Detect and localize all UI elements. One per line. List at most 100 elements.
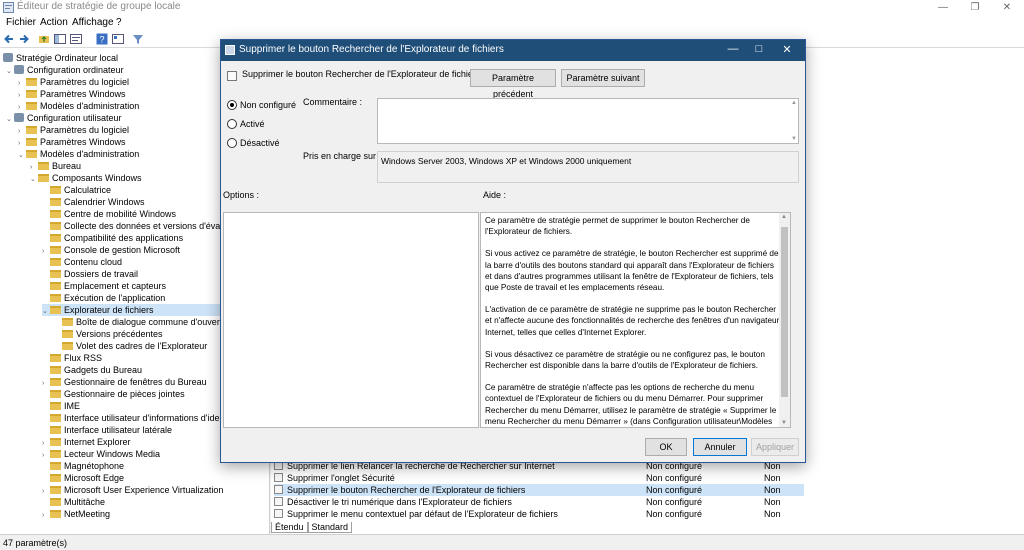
list-item-selected[interactable]: Supprimer le bouton Rechercher de l'Expl… <box>274 484 804 496</box>
tree-item[interactable]: Exécution de l'application <box>42 292 165 304</box>
tree-item[interactable]: ⌄ Composants Windows <box>30 172 142 184</box>
tree-item[interactable]: › NetMeeting <box>42 508 110 520</box>
collapse-icon[interactable]: ⌄ <box>42 306 50 318</box>
scroll-up-icon[interactable]: ▲ <box>791 100 797 106</box>
tree-item-user-config[interactable]: ⌄ Configuration utilisateur <box>6 112 122 124</box>
tree-item[interactable]: › Internet Explorer <box>42 436 131 448</box>
tree-item[interactable]: › Paramètres du logiciel <box>18 76 129 88</box>
dialog-minimize-button[interactable]: — <box>721 43 745 55</box>
tree-item[interactable]: › Paramètres du logiciel <box>18 124 129 136</box>
collapse-icon[interactable]: ⌄ <box>6 66 14 78</box>
setting-icon <box>274 485 283 494</box>
tree-item[interactable]: › Paramètres Windows <box>18 88 126 100</box>
tree-item-computer-config[interactable]: ⌄ Configuration ordinateur <box>6 64 124 76</box>
forward-arrow-icon[interactable] <box>18 33 30 45</box>
folder-icon <box>50 282 61 290</box>
tree-item[interactable]: Versions précédentes <box>54 328 163 340</box>
radio-checked-icon <box>227 100 237 110</box>
properties-icon[interactable] <box>70 33 82 45</box>
view-icon[interactable] <box>112 33 124 45</box>
tree-item[interactable]: Interface utilisateur latérale <box>42 424 172 436</box>
collapse-icon[interactable]: ⌄ <box>18 150 26 162</box>
folder-icon <box>26 138 37 146</box>
tree-item[interactable]: Compatibilité des applications <box>42 232 183 244</box>
previous-setting-button[interactable]: Paramètre précédent <box>470 69 556 99</box>
setting-icon <box>274 473 283 482</box>
tree-item[interactable]: › Modèles d'administration <box>18 100 139 112</box>
tab-extended[interactable]: Étendu <box>271 522 308 533</box>
tree-item-local-policy[interactable]: Stratégie Ordinateur local <box>3 52 118 64</box>
tree-item[interactable]: ⌄ Modèles d'administration <box>18 148 139 160</box>
up-folder-icon[interactable] <box>38 33 50 45</box>
scroll-down-icon[interactable]: ▼ <box>781 420 787 426</box>
filter-icon[interactable] <box>132 33 144 45</box>
tree-item[interactable]: Gadgets du Bureau <box>42 364 142 376</box>
back-arrow-icon[interactable] <box>3 33 15 45</box>
minimize-button[interactable]: — <box>928 0 958 15</box>
expand-icon[interactable]: › <box>42 510 50 522</box>
options-panel <box>223 212 479 428</box>
tree-item[interactable]: Dossiers de travail <box>42 268 138 280</box>
tree-item[interactable]: › Paramètres Windows <box>18 136 126 148</box>
scroll-up-icon[interactable]: ▲ <box>781 214 787 220</box>
help-scrollbar[interactable]: ▲ ▼ <box>779 213 790 427</box>
comment-textarea[interactable]: ▲ ▼ <box>377 98 799 144</box>
radio-disabled[interactable]: Désactivé <box>227 138 280 148</box>
tree-item[interactable]: Magnétophone <box>42 460 124 472</box>
tree-item[interactable]: › Lecteur Windows Media <box>42 448 160 460</box>
menu-affichage[interactable]: Affichage <box>72 17 114 28</box>
folder-icon <box>50 510 61 518</box>
menu-fichier[interactable]: Fichier <box>6 17 36 28</box>
folder-icon <box>50 198 61 206</box>
close-button[interactable]: ✕ <box>992 0 1022 15</box>
tree-item[interactable]: › Microsoft User Experience Virtualizatio… <box>42 484 223 496</box>
menu-help[interactable]: ? <box>116 17 122 28</box>
tree-item[interactable]: Contenu cloud <box>42 256 122 268</box>
dialog-maximize-button[interactable]: □ <box>747 43 771 55</box>
ok-button[interactable]: OK <box>645 438 687 456</box>
window-titlebar: Éditeur de stratégie de groupe locale — … <box>0 0 1024 15</box>
help-text: Ce paramètre de stratégie permet de supp… <box>485 216 780 426</box>
tree-item[interactable]: Multitâche <box>42 496 105 508</box>
tree-item[interactable]: Gestionnaire de pièces jointes <box>42 388 185 400</box>
folder-icon <box>50 450 61 458</box>
tree-item[interactable]: Centre de mobilité Windows <box>42 208 176 220</box>
list-item[interactable]: Supprimer le menu contextuel par défaut … <box>274 508 804 520</box>
view-tabs: Étendu Standard <box>271 522 353 534</box>
tree-item[interactable]: Boîte de dialogue commune d'ouverture <box>54 316 235 328</box>
tree-item[interactable]: Volet des cadres de l'Explorateur <box>54 340 207 352</box>
gpedit-app-icon <box>3 2 14 13</box>
scroll-down-icon[interactable]: ▼ <box>791 136 797 142</box>
tree-item[interactable]: Collecte des données et versions d'évalu… <box>42 220 247 232</box>
apply-button[interactable]: Appliquer <box>751 438 799 456</box>
folder-icon <box>50 210 61 218</box>
computer-policy-icon <box>3 53 13 62</box>
menu-action[interactable]: Action <box>40 17 68 28</box>
show-hide-tree-icon[interactable] <box>54 33 66 45</box>
maximize-button[interactable]: ❐ <box>960 0 990 15</box>
tab-standard[interactable]: Standard <box>307 522 353 533</box>
list-item[interactable]: Désactiver le tri numérique dans l'Explo… <box>274 496 804 508</box>
tree-item[interactable]: Flux RSS <box>42 352 102 364</box>
tree-item[interactable]: › Gestionnaire de fenêtres du Bureau <box>42 376 207 388</box>
radio-enabled[interactable]: Activé <box>227 119 265 129</box>
tree-item[interactable]: Emplacement et capteurs <box>42 280 166 292</box>
radio-not-configured[interactable]: Non configuré <box>227 100 296 110</box>
tree-item[interactable]: Calendrier Windows <box>42 196 145 208</box>
tree-item[interactable]: IME <box>42 400 80 412</box>
collapse-icon[interactable]: ⌄ <box>6 114 14 126</box>
tree-item[interactable]: › Console de gestion Microsoft <box>42 244 180 256</box>
list-item[interactable]: Supprimer l'onglet Sécurité Non configuré… <box>274 472 804 484</box>
next-setting-button[interactable]: Paramètre suivant <box>561 69 645 87</box>
tree-item[interactable]: Calculatrice <box>42 184 111 196</box>
folder-icon <box>50 258 61 266</box>
tree-item[interactable]: › Bureau <box>30 160 81 172</box>
folder-icon <box>50 306 61 314</box>
scrollbar-thumb[interactable] <box>781 227 788 397</box>
dialog-close-button[interactable]: ✕ <box>775 43 799 56</box>
cancel-button[interactable]: Annuler <box>693 438 747 456</box>
setting-icon <box>227 71 237 81</box>
help-icon[interactable]: ? <box>96 33 108 45</box>
collapse-icon[interactable]: ⌄ <box>30 174 38 186</box>
tree-item[interactable]: Microsoft Edge <box>42 472 124 484</box>
